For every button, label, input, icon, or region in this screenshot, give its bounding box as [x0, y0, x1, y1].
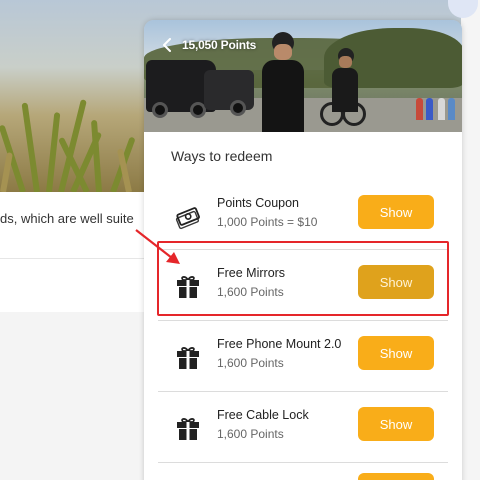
panel-header: 15,050 Points	[144, 20, 462, 70]
show-button[interactable]: Show	[358, 336, 434, 370]
list-item-partial	[158, 463, 448, 480]
money-coupon-icon	[174, 202, 202, 230]
gift-icon	[174, 343, 202, 371]
item-points: 1,600 Points	[217, 285, 284, 299]
item-title: Free Mirrors	[217, 266, 286, 280]
show-button[interactable]: Show	[358, 195, 434, 229]
item-points: 1,600 Points	[217, 356, 284, 370]
background-divider	[0, 258, 145, 259]
list-item: Free Cable Lock 1,600 Points Show	[158, 392, 448, 463]
item-title: Free Phone Mount 2.0	[217, 337, 342, 351]
item-points: 1,000 Points = $10	[217, 215, 318, 229]
show-button[interactable]: Show	[358, 265, 434, 299]
points-total: 15,050 Points	[182, 38, 257, 52]
redeem-list: Points Coupon 1,000 Points = $10 Show Fr…	[158, 180, 448, 480]
item-title: Points Coupon	[217, 196, 300, 210]
list-item: Free Phone Mount 2.0 1,600 Points Show	[158, 321, 448, 392]
rewards-panel: 15,050 Points Ways to redeem Points Coup…	[144, 20, 462, 480]
list-item: Points Coupon 1,000 Points = $10 Show	[158, 180, 448, 250]
item-title: Free Cable Lock	[217, 408, 309, 422]
gift-icon	[174, 414, 202, 442]
section-title: Ways to redeem	[171, 148, 273, 164]
chevron-left-icon[interactable]	[158, 36, 176, 54]
background-right-strip	[461, 0, 480, 480]
item-points: 1,600 Points	[217, 427, 284, 441]
background-section	[0, 312, 145, 480]
show-button-partial[interactable]	[358, 473, 434, 480]
panel-hero-image: 15,050 Points	[144, 20, 462, 132]
list-item: Free Mirrors 1,600 Points Show	[158, 250, 448, 321]
show-button[interactable]: Show	[358, 407, 434, 441]
background-text: ds, which are well suite	[0, 211, 134, 226]
gift-icon	[174, 272, 202, 300]
